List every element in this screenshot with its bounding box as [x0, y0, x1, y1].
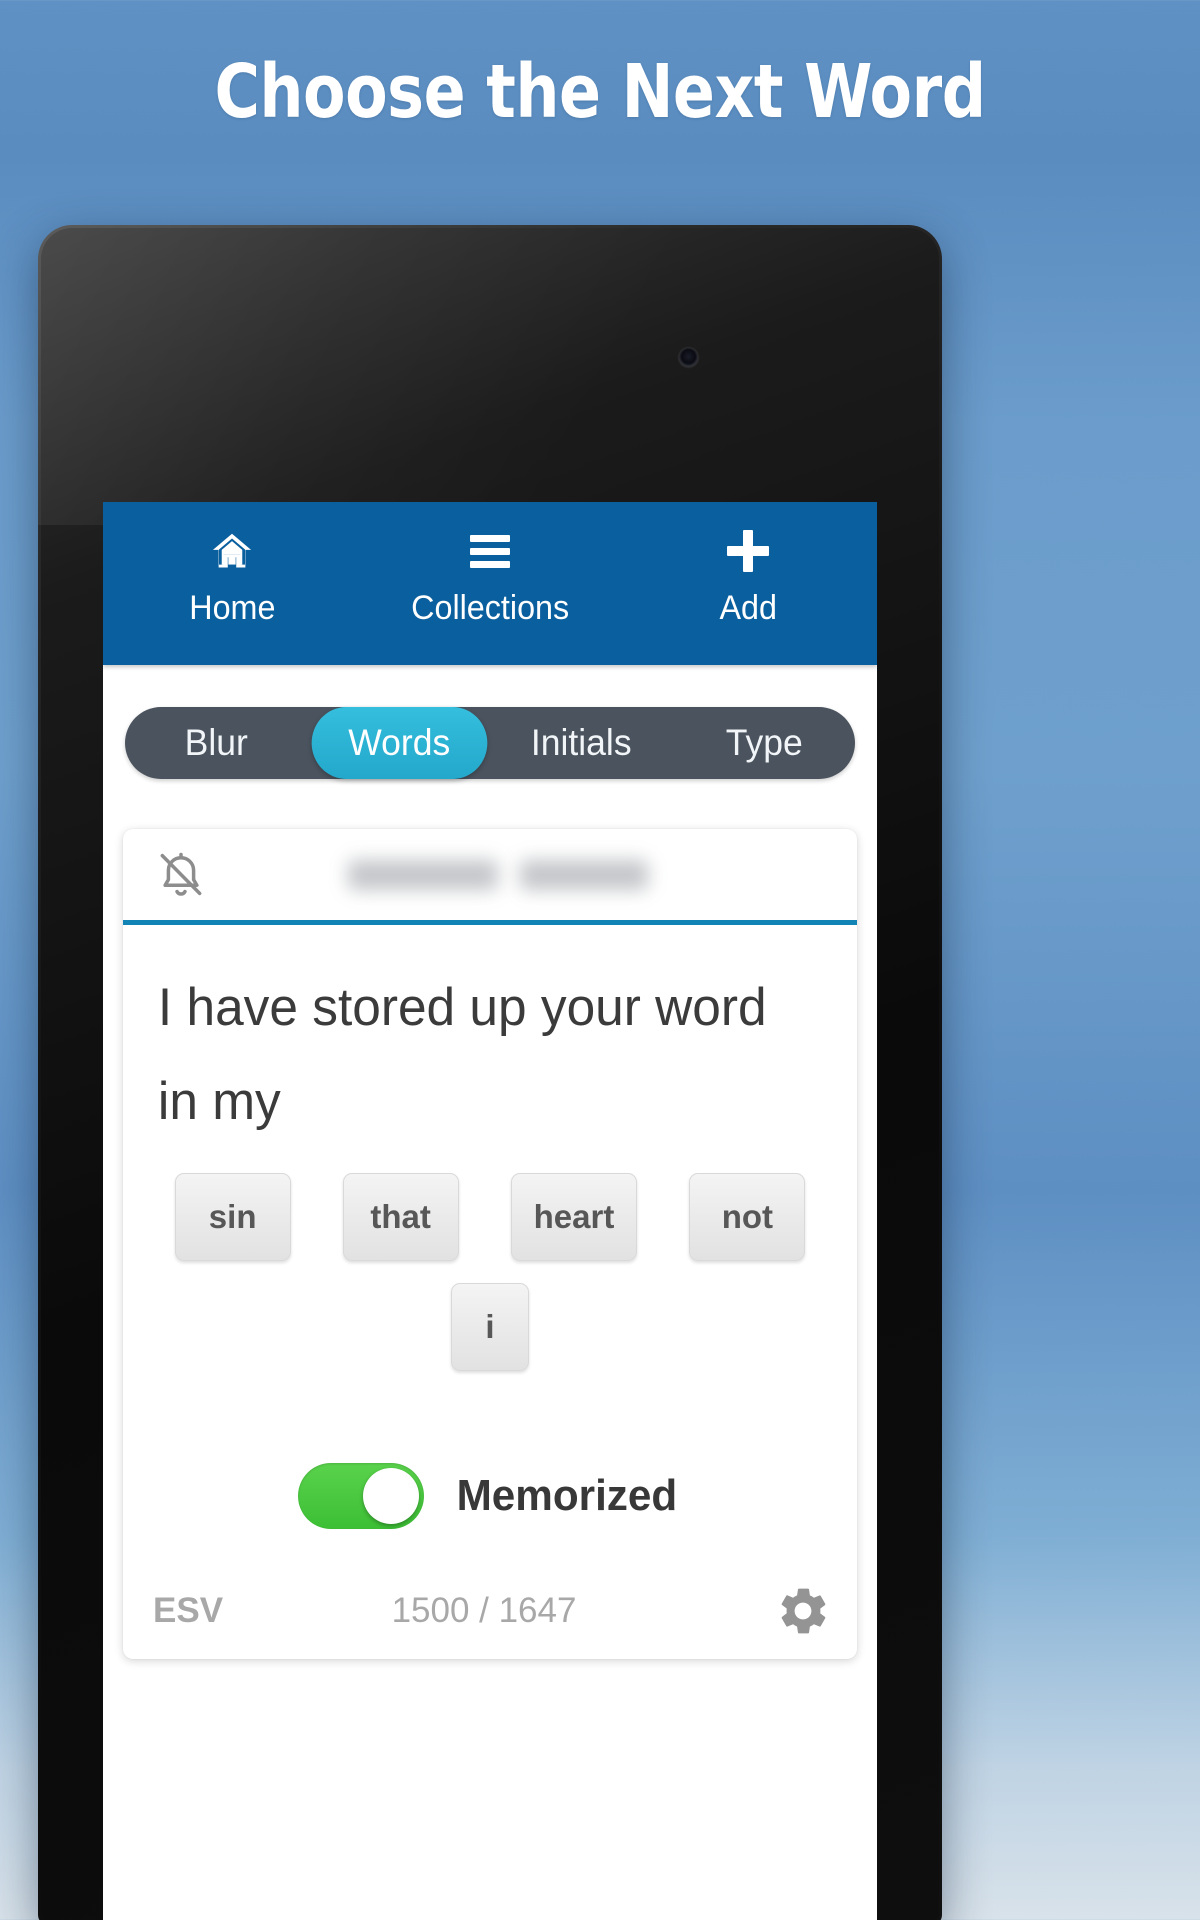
mode-tab-initials[interactable]: Initials — [494, 707, 669, 779]
memorized-label: Memorized — [456, 1471, 678, 1520]
verse-card: I have stored up your word in my sin tha… — [123, 829, 857, 1659]
nav-item-collections[interactable]: Collections — [361, 528, 619, 628]
nav-item-home[interactable]: Home — [103, 528, 361, 628]
nav-label-collections: Collections — [411, 589, 569, 627]
front-camera-dot — [679, 348, 698, 367]
mode-tab-type[interactable]: Type — [676, 707, 851, 779]
blurred-reference-text — [209, 859, 827, 890]
nav-label-add: Add — [719, 589, 777, 627]
plus-icon — [727, 528, 769, 574]
hamburger-menu-icon — [470, 528, 510, 574]
mode-tab-blur[interactable]: Blur — [129, 707, 304, 779]
mode-segmented-control: Blur Words Initials Type — [125, 707, 855, 779]
nav-label-home: Home — [188, 589, 276, 627]
word-choice-list: sin that heart not i — [123, 1149, 857, 1393]
verse-card-header — [123, 829, 857, 925]
memorized-row: Memorized — [123, 1463, 857, 1563]
home-icon — [209, 528, 255, 574]
word-choice-button[interactable]: that — [342, 1173, 459, 1261]
verse-card-wrapper: I have stored up your word in my sin tha… — [103, 779, 877, 1659]
verse-counter: 1500 / 1647 — [391, 1591, 577, 1630]
memorized-toggle[interactable] — [298, 1463, 425, 1529]
word-choice-button[interactable]: heart — [510, 1173, 638, 1261]
bell-off-icon[interactable] — [153, 847, 209, 903]
mode-tab-words[interactable]: Words — [311, 707, 487, 779]
word-choice-button[interactable]: not — [689, 1173, 806, 1261]
top-navigation-bar: Home Collections Add — [103, 502, 877, 665]
translation-label: ESV — [153, 1591, 224, 1630]
word-choice-button[interactable]: i — [451, 1283, 529, 1371]
mode-selector-wrapper: Blur Words Initials Type — [103, 665, 877, 779]
word-choice-button[interactable]: sin — [174, 1173, 291, 1261]
promo-headline: Choose the Next Word — [214, 49, 986, 135]
app-screen: Home Collections Add Blur Words Initials… — [103, 502, 877, 1920]
verse-card-footer: ESV 1500 / 1647 — [123, 1563, 857, 1659]
toggle-knob — [363, 1468, 420, 1524]
nav-item-add[interactable]: Add — [619, 528, 877, 628]
gear-icon[interactable] — [775, 1583, 831, 1639]
verse-text: I have stored up your word in my — [157, 978, 767, 1131]
